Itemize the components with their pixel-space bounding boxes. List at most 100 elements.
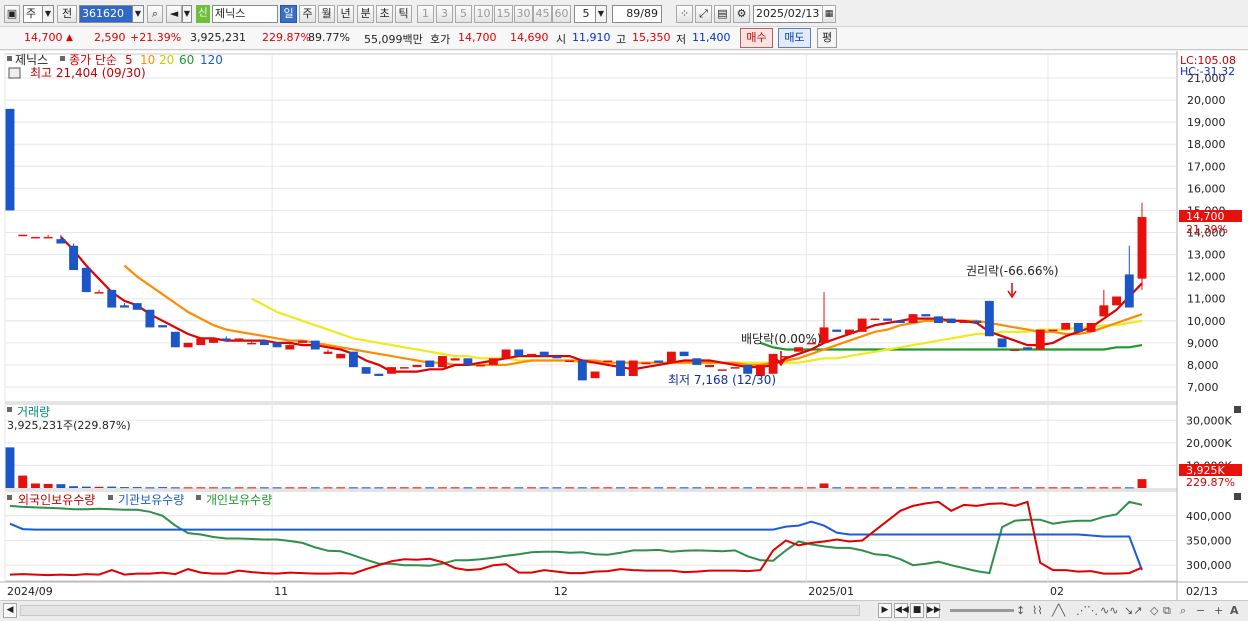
volume-bar bbox=[1010, 487, 1020, 489]
stop-icon[interactable]: ■ bbox=[910, 603, 924, 618]
volume-bar bbox=[247, 487, 257, 489]
candle-body bbox=[107, 289, 117, 308]
interval-button-3[interactable]: 3 bbox=[436, 5, 453, 23]
price-tick-label: 17,000 bbox=[1187, 160, 1226, 173]
volume-bar bbox=[463, 487, 473, 489]
scroll-left-icon[interactable]: ◀ bbox=[3, 603, 17, 618]
buy-button[interactable]: 매수 bbox=[740, 28, 773, 48]
evaluate-button[interactable]: 평 bbox=[817, 28, 837, 48]
volume-bar bbox=[399, 487, 409, 489]
interval-button-5[interactable]: 5 bbox=[455, 5, 472, 23]
interval-button-60[interactable]: 60 bbox=[552, 5, 571, 23]
period-tick-button[interactable]: 틱 bbox=[395, 5, 412, 23]
table-icon[interactable] bbox=[8, 67, 21, 79]
candle-body bbox=[437, 356, 447, 368]
interval-input[interactable]: 5 bbox=[574, 5, 596, 23]
dots-icon[interactable]: ⁘ bbox=[676, 5, 693, 23]
volume-bar bbox=[183, 487, 193, 489]
speaker-icon[interactable]: ◄ bbox=[166, 5, 182, 23]
price-change-pct: +21.39% bbox=[130, 31, 182, 44]
candle-body bbox=[412, 364, 422, 368]
candle-body bbox=[666, 351, 676, 363]
ask-label: 호가 bbox=[430, 33, 451, 46]
period-year-button[interactable]: 년 bbox=[337, 5, 354, 23]
fast-forward-icon[interactable]: ▶▶ bbox=[926, 603, 941, 618]
prev-button[interactable]: 전 bbox=[57, 5, 77, 23]
calendar-icon[interactable]: ▦ bbox=[822, 5, 836, 23]
line-tool-icon[interactable]: ╱╲ bbox=[1052, 604, 1065, 617]
save-icon[interactable]: ▤ bbox=[714, 5, 731, 23]
legend-foreign: 외국인보유수량 bbox=[18, 493, 95, 507]
legend-indiv: 개인보유수량 bbox=[206, 493, 272, 507]
volume-bar bbox=[1124, 487, 1134, 489]
zoom-out-icon[interactable]: − bbox=[1196, 604, 1205, 617]
volume-bar bbox=[437, 487, 447, 489]
price-tick-label: 12,000 bbox=[1187, 271, 1226, 284]
period-second-button[interactable]: 초 bbox=[376, 5, 393, 23]
legend-ma60: 60 bbox=[179, 53, 194, 67]
scrollbar-track[interactable] bbox=[20, 605, 860, 616]
volume-bar bbox=[616, 487, 625, 489]
interval-button-1[interactable]: 1 bbox=[417, 5, 434, 23]
zoom-in-icon[interactable]: + bbox=[1214, 604, 1223, 617]
volume-bar bbox=[285, 487, 295, 489]
volume-bar bbox=[679, 487, 689, 489]
chart-area[interactable]: 21,00020,00019,00018,00017,00016,00015,0… bbox=[0, 51, 1248, 602]
candle-body bbox=[705, 364, 715, 368]
period-day-button[interactable]: 일 bbox=[280, 5, 297, 23]
crosshair-icon[interactable]: ↕ bbox=[1016, 604, 1025, 617]
volume-bar bbox=[81, 486, 91, 488]
price-tick-label: 16,000 bbox=[1187, 182, 1226, 195]
data-count-field[interactable]: 89/89 bbox=[612, 5, 662, 23]
volume-bar bbox=[654, 487, 664, 489]
zoom-slider[interactable] bbox=[950, 609, 1014, 612]
stock-chart[interactable]: 21,00020,00019,00018,00017,00016,00015,0… bbox=[0, 51, 1248, 602]
current-price-tag-text: 14,700 bbox=[1186, 210, 1225, 223]
zoom-chart-icon[interactable]: ⤢ bbox=[695, 5, 712, 23]
holdings-close-icon[interactable] bbox=[1234, 493, 1241, 500]
volume-bar bbox=[997, 487, 1007, 489]
copy-icon[interactable]: ⧉ bbox=[1163, 604, 1171, 618]
search-icon[interactable]: ⌕ bbox=[147, 5, 163, 23]
candle-body bbox=[997, 338, 1007, 348]
zoom-search-icon[interactable]: ⌕ bbox=[1180, 604, 1186, 618]
interval-dropdown-icon[interactable]: ▼ bbox=[595, 5, 607, 23]
code-dropdown-icon[interactable]: ▼ bbox=[132, 5, 144, 23]
chevron-down-icon[interactable]: ▼ bbox=[42, 5, 54, 23]
volume-bar bbox=[781, 487, 791, 489]
interval-button-30[interactable]: 30 bbox=[514, 5, 533, 23]
layout-icon[interactable]: ▣ bbox=[4, 5, 20, 23]
stock-name-field[interactable]: 제닉스 bbox=[212, 5, 278, 23]
volume-tag-pct: 229.87% bbox=[1186, 476, 1235, 489]
arrow-tool-icon[interactable]: ↘↗ bbox=[1124, 604, 1142, 617]
period-week-button[interactable]: 주 bbox=[299, 5, 316, 23]
rewind-icon[interactable]: ◀◀ bbox=[894, 603, 909, 618]
volume-bar bbox=[120, 487, 129, 489]
volume-close-icon[interactable] bbox=[1234, 406, 1241, 413]
auto-scale-icon[interactable]: A bbox=[1230, 604, 1239, 617]
price-tick-label: 7,000 bbox=[1187, 381, 1219, 394]
legend-ma120: 120 bbox=[200, 53, 223, 67]
draw-tools-icon[interactable]: ⌇⌇ bbox=[1032, 604, 1043, 617]
stock-code-input[interactable]: 361620 bbox=[79, 5, 133, 23]
candle-body bbox=[730, 367, 740, 369]
trend-tool-icon[interactable]: ⋰⋱ bbox=[1076, 604, 1098, 617]
speaker-dropdown-icon[interactable]: ▼ bbox=[182, 5, 192, 23]
period-minute-button[interactable]: 분 bbox=[357, 5, 374, 23]
period-month-button[interactable]: 월 bbox=[318, 5, 335, 23]
date-field[interactable]: 2025/02/13 bbox=[753, 5, 823, 23]
interval-button-45[interactable]: 45 bbox=[533, 5, 552, 23]
shape-tool-icon[interactable]: ◇ bbox=[1150, 604, 1158, 617]
pattern-tool-icon[interactable]: ∿∿ bbox=[1100, 604, 1118, 617]
interval-button-15[interactable]: 15 bbox=[494, 5, 513, 23]
legend-inst: 기관보유수량 bbox=[118, 493, 184, 507]
candle-body bbox=[1112, 296, 1122, 306]
legend-ma10: 10 bbox=[140, 53, 155, 67]
volume-bar bbox=[527, 487, 536, 489]
gear-icon[interactable]: ⚙ bbox=[733, 5, 750, 23]
interval-button-10[interactable]: 10 bbox=[474, 5, 493, 23]
sell-button[interactable]: 매도 bbox=[778, 28, 811, 48]
market-select[interactable]: 주 bbox=[23, 5, 43, 23]
candle-body bbox=[450, 358, 460, 361]
play-icon[interactable]: ▶ bbox=[878, 603, 892, 618]
